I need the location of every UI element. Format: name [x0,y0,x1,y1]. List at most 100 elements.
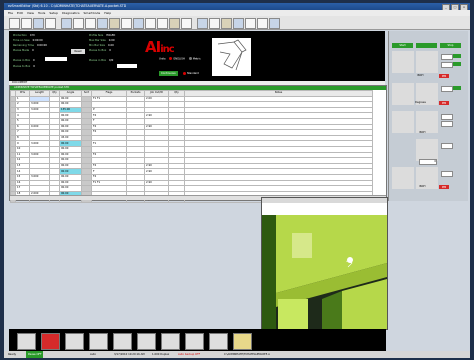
cut-list-grid: ADMINHATE TCHATEAUERVATE pocket.STD Prts… [9,85,387,203]
app-window: ezSmartEditor (Std) 6.10 - C:\ADMINHATE\… [4,3,470,358]
status-pause: Pause OFF [26,351,44,358]
up-arrow-icon-2[interactable] [453,86,461,90]
open-folder-icon[interactable] [21,18,32,29]
stat-max-bar: Max Bar Size 0.00 [89,39,115,42]
save-icon[interactable] [33,18,44,29]
paste-icon[interactable] [85,18,96,29]
stat-min-bar: Min Bar Size 0.00 [89,44,114,47]
stat-profile-size: Profile Size HOLED [89,34,116,37]
filter-icon[interactable] [121,18,132,29]
status-file: C:\ADMINHATE\TCHATEAUERVATE.A [224,353,270,356]
title-bar: ezSmartEditor (Std) 6.10 - C:\ADMINHATE\… [4,3,470,11]
start-button[interactable]: Start [392,43,413,48]
clamp-left-icon[interactable] [392,111,414,133]
toolbar [4,16,470,30]
side-control-panel: Start Stop INCH MM Degrees MM INCH 0 INC… [388,31,468,201]
pieces-input[interactable] [45,57,67,61]
stat-production: Production 0 M [13,34,35,37]
stat-pieces-made: Pieces Made 0 [13,49,34,52]
stop-position-icon[interactable] [416,139,438,161]
cut-icon[interactable] [61,18,72,29]
unit-label-2[interactable]: MM [439,74,449,78]
status-speed: 1.000 Duplex [152,353,170,356]
pencil-icon[interactable] [181,18,192,29]
ruler-icon[interactable] [169,18,180,29]
cut-list-table: Prts Length Qty Angle Sort Flags Pockets… [10,90,373,203]
tools-icon[interactable] [209,333,228,350]
side-value-field[interactable]: 0 [419,159,437,165]
grid-icon[interactable] [245,18,256,29]
settings-icon[interactable] [233,18,244,29]
edit-icon[interactable] [185,333,204,350]
side-input-7[interactable] [441,171,453,177]
calculator-icon[interactable] [145,18,156,29]
reset-button[interactable]: Reset [71,49,85,54]
help-icon[interactable] [269,18,280,29]
print-icon[interactable] [45,18,56,29]
emergency-stop-icon[interactable] [41,333,60,350]
optimize-icon[interactable] [209,18,220,29]
company-logo: AIinc [145,38,175,56]
status-backup: Auto backup OFF [178,353,201,356]
home-icon[interactable] [17,333,36,350]
machine-icon[interactable] [197,18,208,29]
sort-icon[interactable] [133,18,144,29]
angle-left-icon[interactable] [392,83,414,105]
unit-label-3[interactable]: MM [439,101,449,105]
status-mode: Auto [90,353,97,356]
saw-blade-icon[interactable] [137,333,156,350]
feed-left-icon[interactable] [392,167,414,189]
info-icon[interactable] [257,18,268,29]
saw-profile-icon [217,39,247,71]
machine-status-panel: Production 0 M Time on Saw 0:00:00 Remaini… [9,31,385,81]
stop-button[interactable]: Stop [440,43,461,48]
status-ready: Ready [8,353,17,356]
measure-icon[interactable] [89,333,108,350]
stat-pieces-in-box: Pieces in Box 0 [13,59,35,62]
unit-label-inch: INCH [419,131,426,134]
unit-label-4[interactable]: MM [439,185,449,189]
continuous-mode-button[interactable]: Continuous [159,71,178,76]
job-label: DOCUMENT [12,81,28,84]
stat-remaining-time: Remaining Time 0:00:00 [13,44,47,47]
down-arrow-icon[interactable] [453,62,461,66]
middle-button[interactable] [416,43,437,48]
stat-pieces-to-box: Pieces to Box 0 [13,65,35,68]
chart-icon[interactable] [221,18,232,29]
3d-scene[interactable] [262,203,387,329]
unit-label-inch-2: INCH [419,185,426,188]
bottom-action-bar [9,329,386,351]
side-input-5[interactable] [441,121,453,127]
undo-icon[interactable] [97,18,108,29]
side-input-3[interactable] [441,86,453,92]
tag-icon[interactable] [157,18,168,29]
units-selector[interactable]: Units ENGLISH Metric [159,57,201,61]
push-icon[interactable] [161,333,180,350]
copy-icon[interactable] [73,18,84,29]
redo-icon[interactable] [109,18,120,29]
cut-icon-2[interactable] [113,333,132,350]
clamp-right-icon[interactable] [416,111,438,133]
mode-indicator-icon [183,71,186,75]
profile-preview [212,38,251,76]
3d-preview-window[interactable] [261,197,388,330]
stat-time-on-saw: Time on Saw 0:00:00 [13,39,43,42]
box-input[interactable] [117,64,137,68]
stat-pieces-in-box-2: Pieces in Box 0/0 [89,59,114,62]
radio-unselected-icon[interactable] [188,57,192,60]
printer-icon[interactable] [233,333,252,350]
new-file-icon[interactable] [9,18,20,29]
stat-pieces-to-box-2: Pieces to Box 0 [89,49,111,52]
side-input-1[interactable] [441,54,453,60]
side-input-6[interactable] [441,143,453,149]
status-time: 3/17/2010 10:20:16 AM [114,353,145,356]
side-input-2[interactable] [441,62,453,68]
status-bar: Ready Pause OFF Auto 3/17/2010 10:20:16 … [4,351,470,358]
standard-mode-button[interactable]: Standard [181,71,201,76]
side-input-4[interactable] [441,114,453,120]
saw-right-icon[interactable] [416,51,438,73]
saw-left-icon[interactable] [392,51,414,73]
up-arrow-icon[interactable] [453,54,461,58]
window-title: ezSmartEditor (Std) 6.10 - C:\ADMINHATE\… [8,4,127,8]
part-list-icon[interactable] [65,333,84,350]
